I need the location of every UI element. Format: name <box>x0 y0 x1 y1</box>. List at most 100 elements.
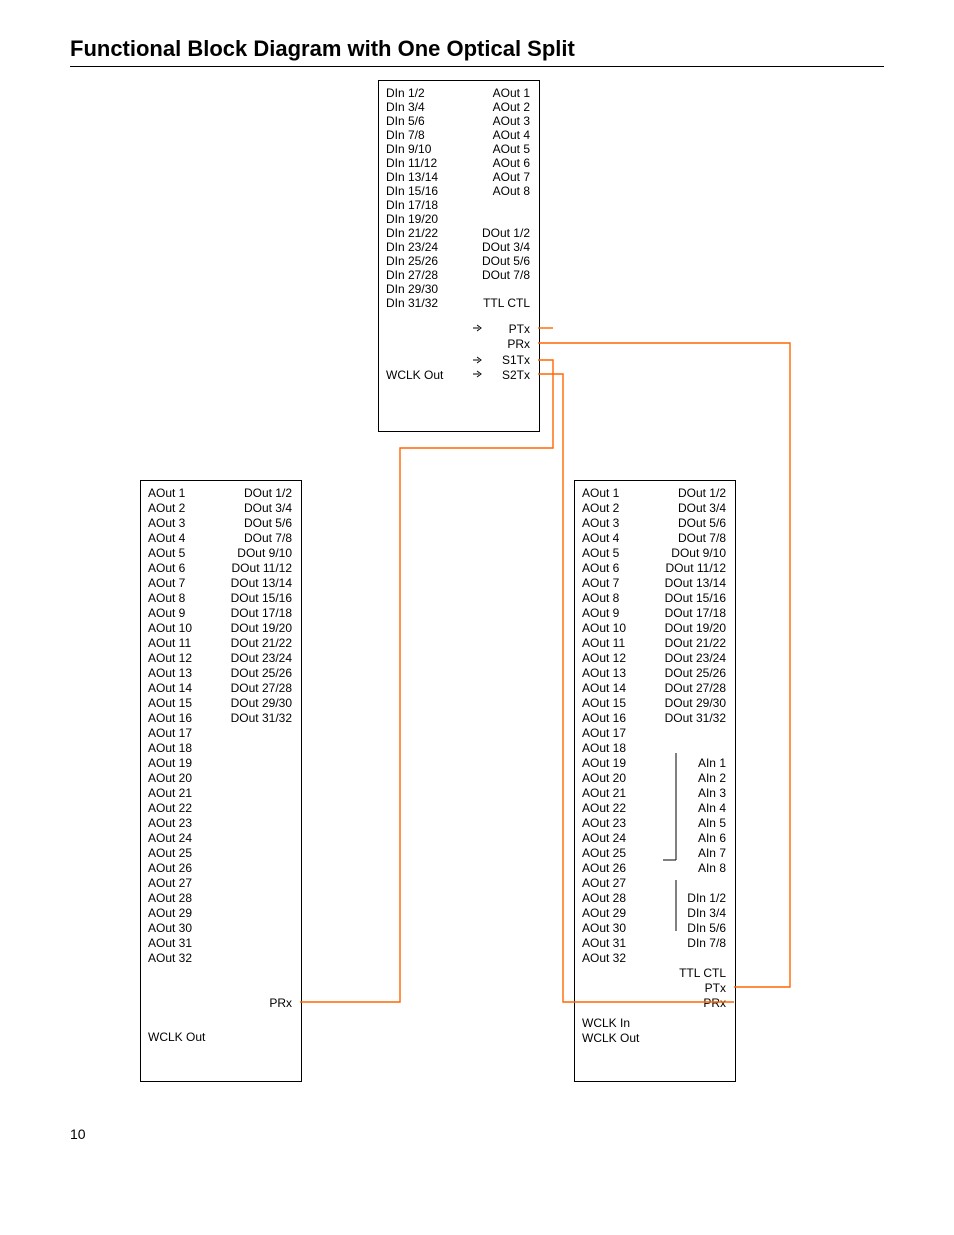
rb-aout: AOut 11 <box>582 636 625 650</box>
lb-aout: AOut 2 <box>148 501 185 515</box>
lb-aout: AOut 23 <box>148 816 192 830</box>
lb-aout: AOut 20 <box>148 771 192 785</box>
lb-dout: DOut 25/26 <box>231 666 292 680</box>
page-number: 10 <box>70 1126 86 1142</box>
rb-wclkout: WCLK Out <box>582 1031 639 1045</box>
rb-aout: AOut 3 <box>582 516 619 530</box>
rb-ain: AIn 3 <box>698 786 726 800</box>
top-dout: DOut 1/2 <box>482 226 530 240</box>
rb-aout: AOut 21 <box>582 786 626 800</box>
top-din: DIn 23/24 <box>386 240 438 254</box>
rb-aout: AOut 16 <box>582 711 626 725</box>
top-din: DIn 29/30 <box>386 282 438 296</box>
rb-dout: DOut 11/12 <box>666 561 726 575</box>
lb-aout: AOut 16 <box>148 711 192 725</box>
lb-aout: AOut 5 <box>148 546 185 560</box>
lb-aout: AOut 1 <box>148 486 185 500</box>
lb-aout: AOut 10 <box>148 621 192 635</box>
rb-dout: DOut 21/22 <box>665 636 726 650</box>
top-din: DIn 5/6 <box>386 114 425 128</box>
top-aout: AOut 8 <box>493 184 530 198</box>
top-s1tx: S1Tx <box>502 353 530 367</box>
lb-aout: AOut 19 <box>148 756 192 770</box>
lb-aout: AOut 9 <box>148 606 185 620</box>
top-aout: AOut 5 <box>493 142 530 156</box>
lb-aout: AOut 3 <box>148 516 185 530</box>
rb-din: DIn 1/2 <box>687 891 726 905</box>
rb-ain: AIn 5 <box>698 816 726 830</box>
rb-aout: AOut 28 <box>582 891 626 905</box>
rb-din: DIn 5/6 <box>687 921 726 935</box>
top-din: DIn 7/8 <box>386 128 425 142</box>
top-din: DIn 9/10 <box>386 142 431 156</box>
top-din: DIn 11/12 <box>386 156 437 170</box>
lb-aout: AOut 32 <box>148 951 192 965</box>
rb-prx: PRx <box>703 996 726 1010</box>
lb-dout: DOut 3/4 <box>244 501 292 515</box>
rb-dout: DOut 3/4 <box>678 501 726 515</box>
rb-dout: DOut 7/8 <box>678 531 726 545</box>
top-aout: AOut 4 <box>493 128 530 142</box>
rb-aout: AOut 29 <box>582 906 626 920</box>
rb-aout: AOut 22 <box>582 801 626 815</box>
rb-aout: AOut 12 <box>582 651 626 665</box>
lb-aout: AOut 17 <box>148 726 192 740</box>
rb-aout: AOut 24 <box>582 831 626 845</box>
rb-ain: AIn 6 <box>698 831 726 845</box>
top-din: DIn 19/20 <box>386 212 438 226</box>
rb-din: DIn 3/4 <box>687 906 726 920</box>
lb-aout: AOut 6 <box>148 561 185 575</box>
rb-aout: AOut 5 <box>582 546 619 560</box>
rb-dout: DOut 27/28 <box>665 681 726 695</box>
rb-dout: DOut 5/6 <box>678 516 726 530</box>
top-ttl: TTL CTL <box>483 296 530 310</box>
lb-aout: AOut 22 <box>148 801 192 815</box>
top-din: DIn 27/28 <box>386 268 438 282</box>
lb-aout: AOut 31 <box>148 936 192 950</box>
top-din: DIn 31/32 <box>386 296 438 310</box>
lb-dout: DOut 21/22 <box>231 636 292 650</box>
rb-ttl: TTL CTL <box>679 966 726 980</box>
lb-aout: AOut 14 <box>148 681 192 695</box>
top-aout: AOut 6 <box>493 156 530 170</box>
rb-aout: AOut 19 <box>582 756 626 770</box>
rb-ain: AIn 8 <box>698 861 726 875</box>
lb-aout: AOut 29 <box>148 906 192 920</box>
top-ptx: PTx <box>509 322 530 336</box>
lb-dout: DOut 9/10 <box>237 546 292 560</box>
lb-aout: AOut 11 <box>148 636 191 650</box>
lb-aout: AOut 13 <box>148 666 192 680</box>
rb-aout: AOut 18 <box>582 741 626 755</box>
lb-aout: AOut 12 <box>148 651 192 665</box>
rb-dout: DOut 9/10 <box>671 546 726 560</box>
lb-aout: AOut 26 <box>148 861 192 875</box>
rb-aout: AOut 23 <box>582 816 626 830</box>
top-wclk: WCLK Out <box>386 368 443 382</box>
rb-din: DIn 7/8 <box>687 936 726 950</box>
lb-dout: DOut 19/20 <box>231 621 292 635</box>
rb-aout: AOut 15 <box>582 696 626 710</box>
lb-aout: AOut 15 <box>148 696 192 710</box>
rb-ain: AIn 2 <box>698 771 726 785</box>
rb-aout: AOut 7 <box>582 576 619 590</box>
rb-aout: AOut 27 <box>582 876 626 890</box>
page-title: Functional Block Diagram with One Optica… <box>70 36 575 62</box>
rb-aout: AOut 2 <box>582 501 619 515</box>
rb-aout: AOut 13 <box>582 666 626 680</box>
rb-aout: AOut 14 <box>582 681 626 695</box>
rb-dout: DOut 31/32 <box>665 711 726 725</box>
top-prx: PRx <box>507 337 530 351</box>
rb-aout: AOut 17 <box>582 726 626 740</box>
rb-dout: DOut 25/26 <box>665 666 726 680</box>
top-dout: DOut 5/6 <box>482 254 530 268</box>
lb-aout: AOut 25 <box>148 846 192 860</box>
top-din: DIn 17/18 <box>386 198 438 212</box>
rb-ain: AIn 7 <box>698 846 726 860</box>
top-dout: DOut 7/8 <box>482 268 530 282</box>
lb-aout: AOut 28 <box>148 891 192 905</box>
rb-dout: DOut 23/24 <box>665 651 726 665</box>
rb-dout: DOut 1/2 <box>678 486 726 500</box>
top-aout: AOut 3 <box>493 114 530 128</box>
top-aout: AOut 1 <box>493 86 530 100</box>
rb-ptx: PTx <box>705 981 726 995</box>
